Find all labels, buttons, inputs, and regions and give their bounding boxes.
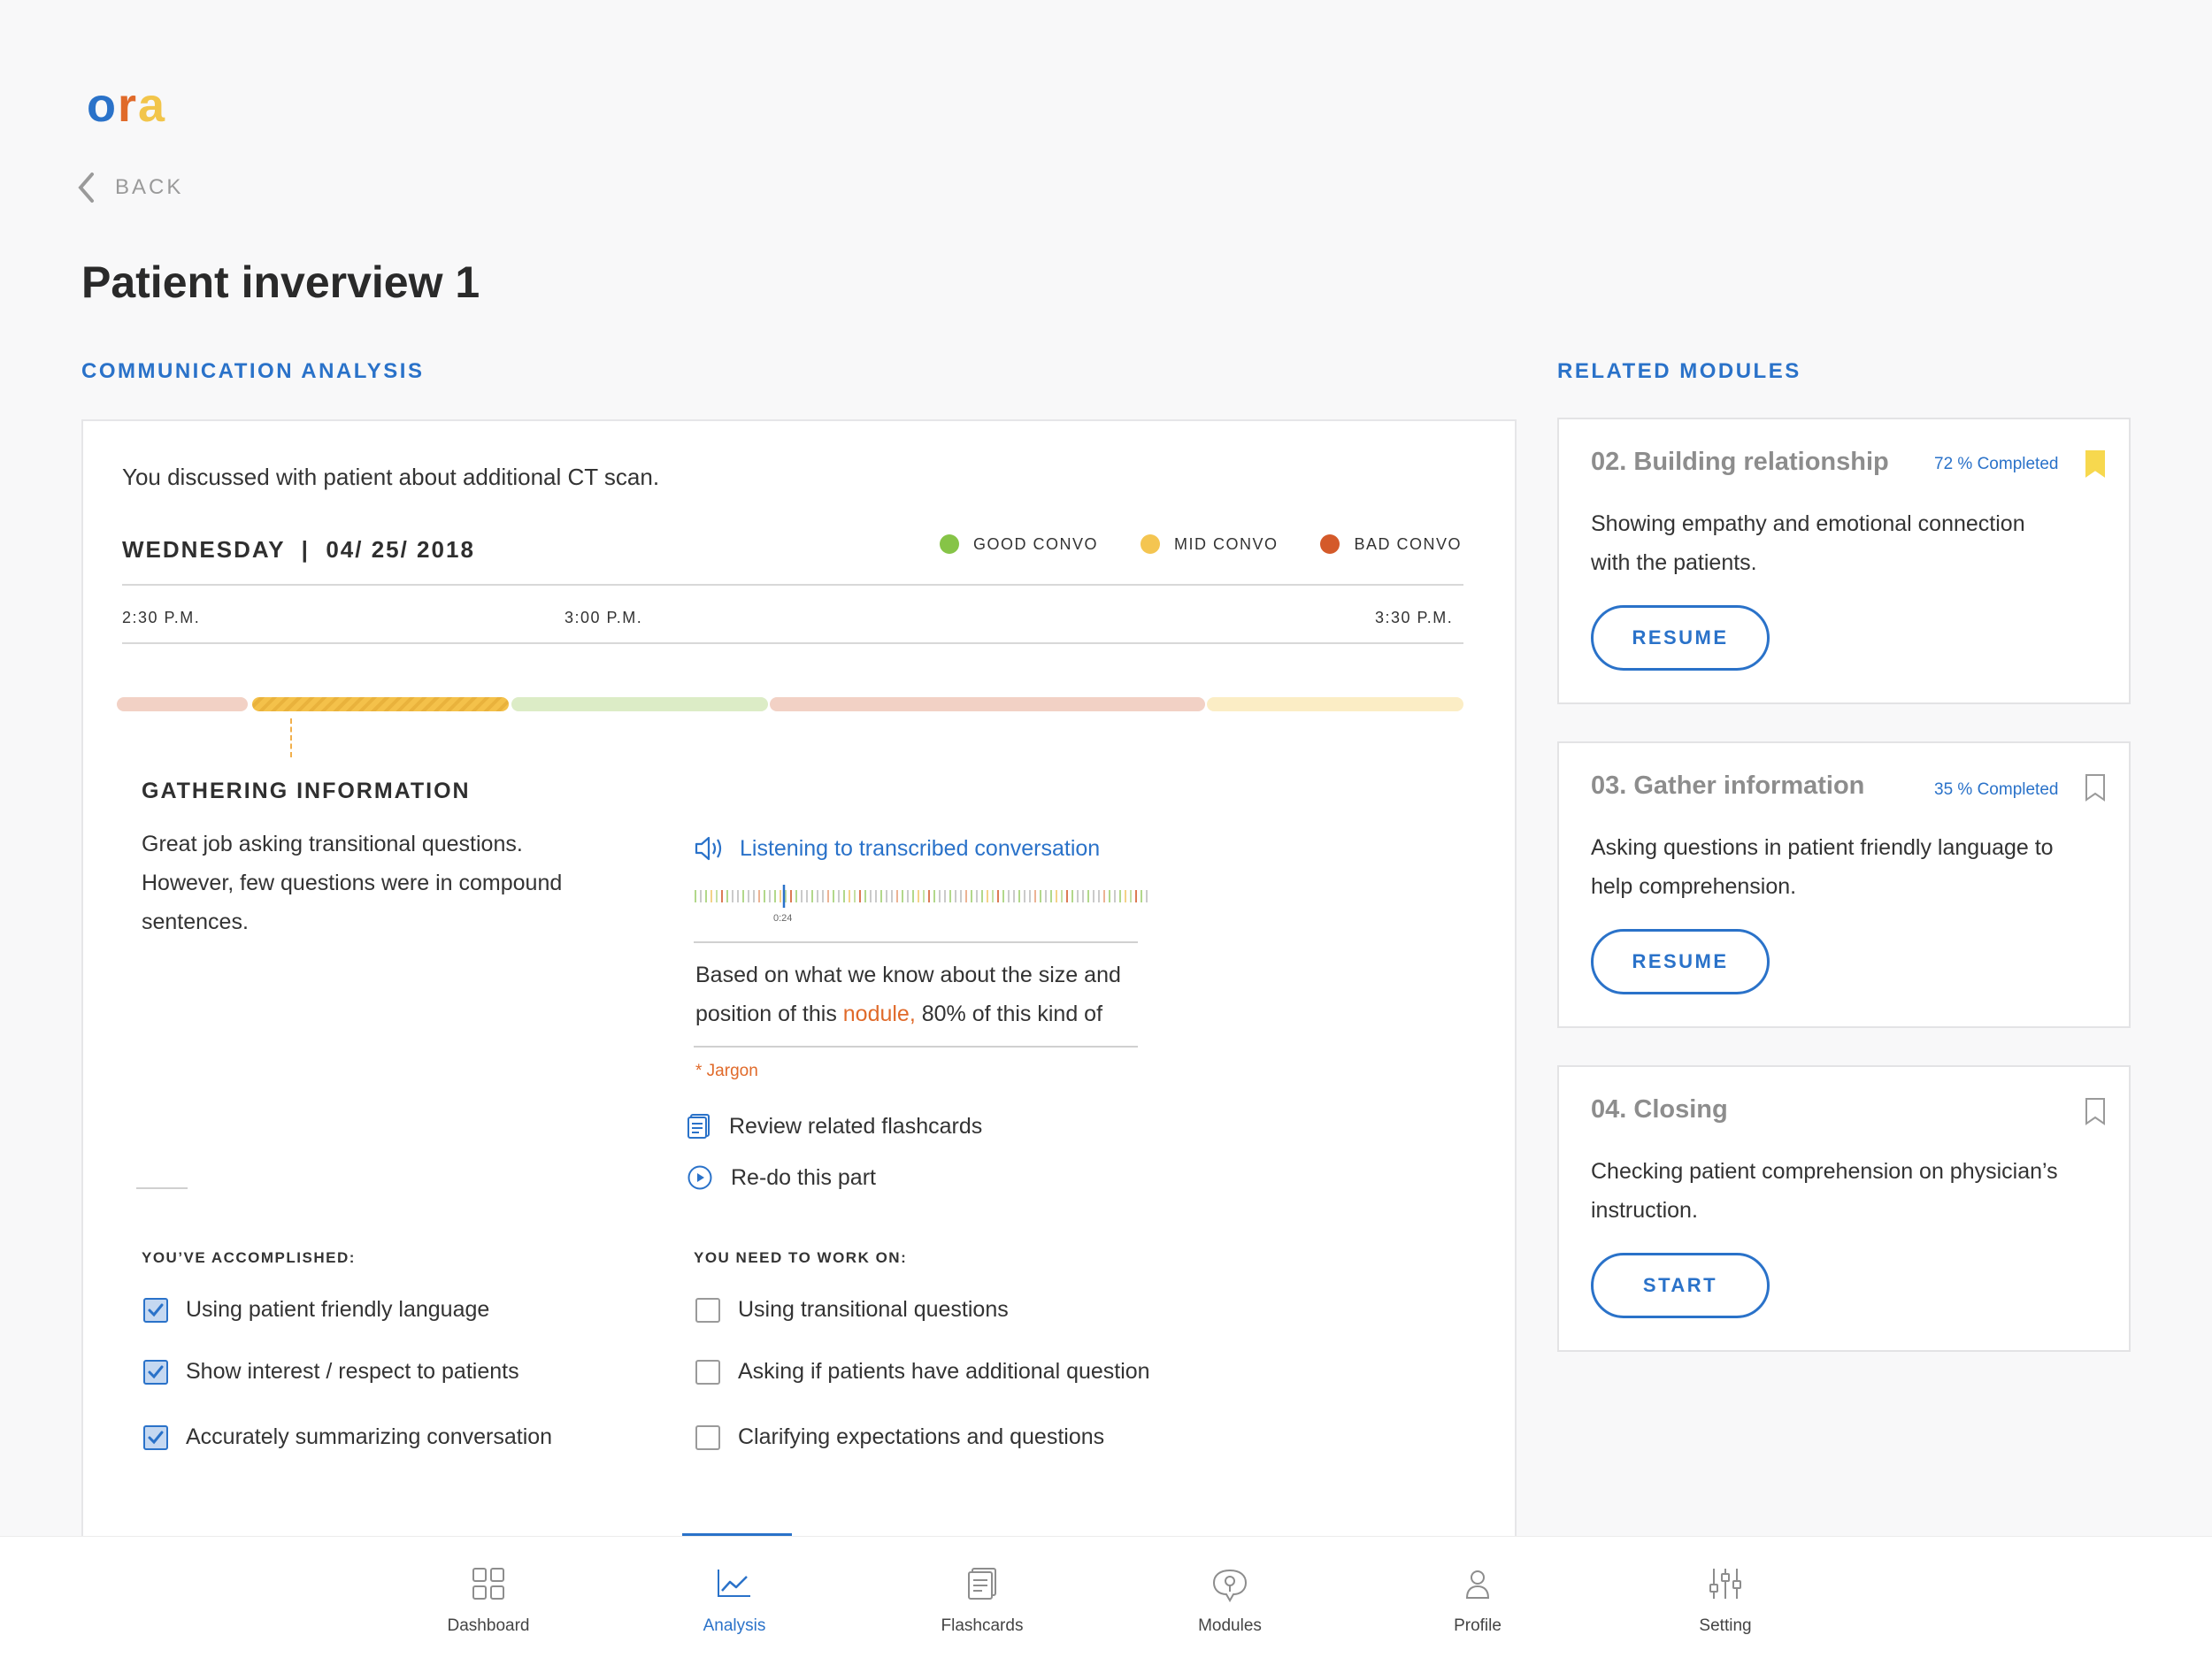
nav-flashcards[interactable]: Flashcards [920,1537,1044,1658]
timeline-segment-3[interactable] [511,697,768,711]
analysis-icon [718,1570,750,1597]
timeline-top-divider [122,584,1463,586]
jargon-note: * Jargon [695,1062,758,1080]
modules-icon [1212,1569,1248,1602]
transcript-top-divider [694,941,1138,943]
module-card-closing: 04. Closing Checking patient comprehensi… [1557,1065,2131,1352]
timeline-segment-5[interactable] [1207,697,1463,711]
page-title: Patient inverview 1 [81,257,480,307]
nav-analysis[interactable]: Analysis [672,1537,796,1658]
transcript-bottom-divider [694,1046,1138,1048]
module-progress: 72 % Completed [1934,455,2059,473]
module-title: 03. Gather information [1591,771,1865,800]
communication-analysis-heading: COMMUNICATION ANALYSIS [81,359,425,383]
audio-current-time: 0:24 [773,913,793,924]
legend-good: GOOD CONVO [939,534,1098,554]
segment-title: GATHERING INFORMATION [142,779,471,803]
flashcards-icon [968,1568,996,1600]
play-circle-icon [687,1165,712,1190]
accomplished-item[interactable]: Accurately summarizing conversation [143,1424,552,1450]
module-title: 04. Closing [1591,1095,1728,1124]
time-label-end: 3:30 P.M. [1375,609,1454,626]
transcript-excerpt: Based on what we know about the size and… [695,956,1156,1033]
checkmark-icon [148,1431,164,1444]
checkbox-unchecked[interactable] [695,1359,720,1385]
communication-analysis-card: You discussed with patient about additio… [81,419,1517,1539]
nav-setting[interactable]: Setting [1663,1537,1787,1658]
jargon-word[interactable]: nodule, [843,1002,916,1026]
ora-logo: ora [87,79,167,132]
work-on-heading: YOU NEED TO WORK ON: [694,1249,908,1266]
listen-transcription-link[interactable]: Listening to transcribed conversation [694,835,1100,862]
accomplished-item[interactable]: Using patient friendly language [143,1297,489,1323]
module-description: Checking patient comprehension on physic… [1591,1159,2058,1223]
checkbox-checked[interactable] [143,1359,168,1385]
timeline-segment-2-selected[interactable] [252,697,509,711]
back-button[interactable]: BACK [76,172,183,203]
checkmark-icon [148,1365,164,1378]
redo-part-link[interactable]: Re-do this part [687,1164,876,1191]
legend-mid: MID CONVO [1140,534,1279,554]
related-modules-heading: RELATED MODULES [1557,359,1801,383]
checkbox-unchecked[interactable] [695,1297,720,1323]
legend-bad: BAD CONVO [1320,534,1462,554]
segment-feedback: Great job asking transitional questions.… [142,832,563,934]
resume-button[interactable]: RESUME [1591,605,1770,671]
chevron-left-icon [78,173,94,203]
resume-button[interactable]: RESUME [1591,929,1770,994]
bad-dot-icon [1320,534,1340,554]
bookmark-outline-icon[interactable] [2085,773,2106,802]
mid-dot-icon [1140,534,1160,554]
checkbox-checked[interactable] [143,1424,168,1450]
checkbox-checked[interactable] [143,1297,168,1323]
profile-icon [1465,1570,1490,1599]
analysis-summary: You discussed with patient about additio… [122,464,660,490]
bookmark-outline-icon[interactable] [2085,1097,2106,1125]
module-description: Asking questions in patient friendly lan… [1591,835,2054,899]
timeline-bottom-divider [122,642,1463,644]
speaker-icon [695,836,722,861]
nav-modules[interactable]: Modules [1168,1537,1292,1658]
work-on-item[interactable]: Asking if patients have additional quest… [695,1359,1150,1385]
dashboard-icon [472,1568,504,1600]
setting-icon [1709,1569,1741,1599]
nav-dashboard[interactable]: Dashboard [426,1537,550,1658]
back-label: BACK [115,175,184,199]
accomplished-heading: YOU’VE ACCOMPLISHED: [142,1249,356,1266]
start-button[interactable]: START [1591,1253,1770,1318]
accomplished-item[interactable]: Show interest / respect to patients [143,1359,519,1385]
checkmark-icon [148,1303,164,1316]
timeline-segment-4[interactable] [770,697,1205,711]
review-flashcards-link[interactable]: Review related flashcards [687,1113,982,1140]
time-label-mid: 3:00 P.M. [565,609,643,626]
bookmark-filled-icon[interactable] [2085,449,2106,478]
module-title: 02. Building relationship [1591,448,1889,476]
work-on-item[interactable]: Using transitional questions [695,1297,1009,1323]
timeline-segment-1[interactable] [117,697,248,711]
module-card-gather-information: 03. Gather information 35 % Completed As… [1557,741,2131,1028]
work-on-item[interactable]: Clarifying expectations and questions [695,1424,1104,1450]
good-dot-icon [939,534,959,554]
selected-segment-marker [290,718,292,757]
module-progress: 35 % Completed [1934,780,2059,799]
nav-profile[interactable]: Profile [1416,1537,1540,1658]
transcript-line-2: position of this nodule, 80% of this kin… [695,1002,1103,1026]
checkbox-unchecked[interactable] [695,1424,720,1450]
timeline-legend: GOOD CONVO MID CONVO BAD CONVO [939,534,1462,554]
session-date: WEDNESDAY | 04/ 25/ 2018 [122,536,475,563]
module-description: Showing empathy and emotional connection… [1591,511,2025,575]
bottom-nav: Dashboard Analysis Flashcards Modules Pr… [0,1536,2212,1658]
module-card-building-relationship: 02. Building relationship 72 % Completed… [1557,418,2131,704]
time-label-start: 2:30 P.M. [122,609,201,626]
feedback-divider [136,1187,188,1189]
flashcards-icon [687,1114,710,1139]
audio-waveform[interactable] [692,885,1148,908]
